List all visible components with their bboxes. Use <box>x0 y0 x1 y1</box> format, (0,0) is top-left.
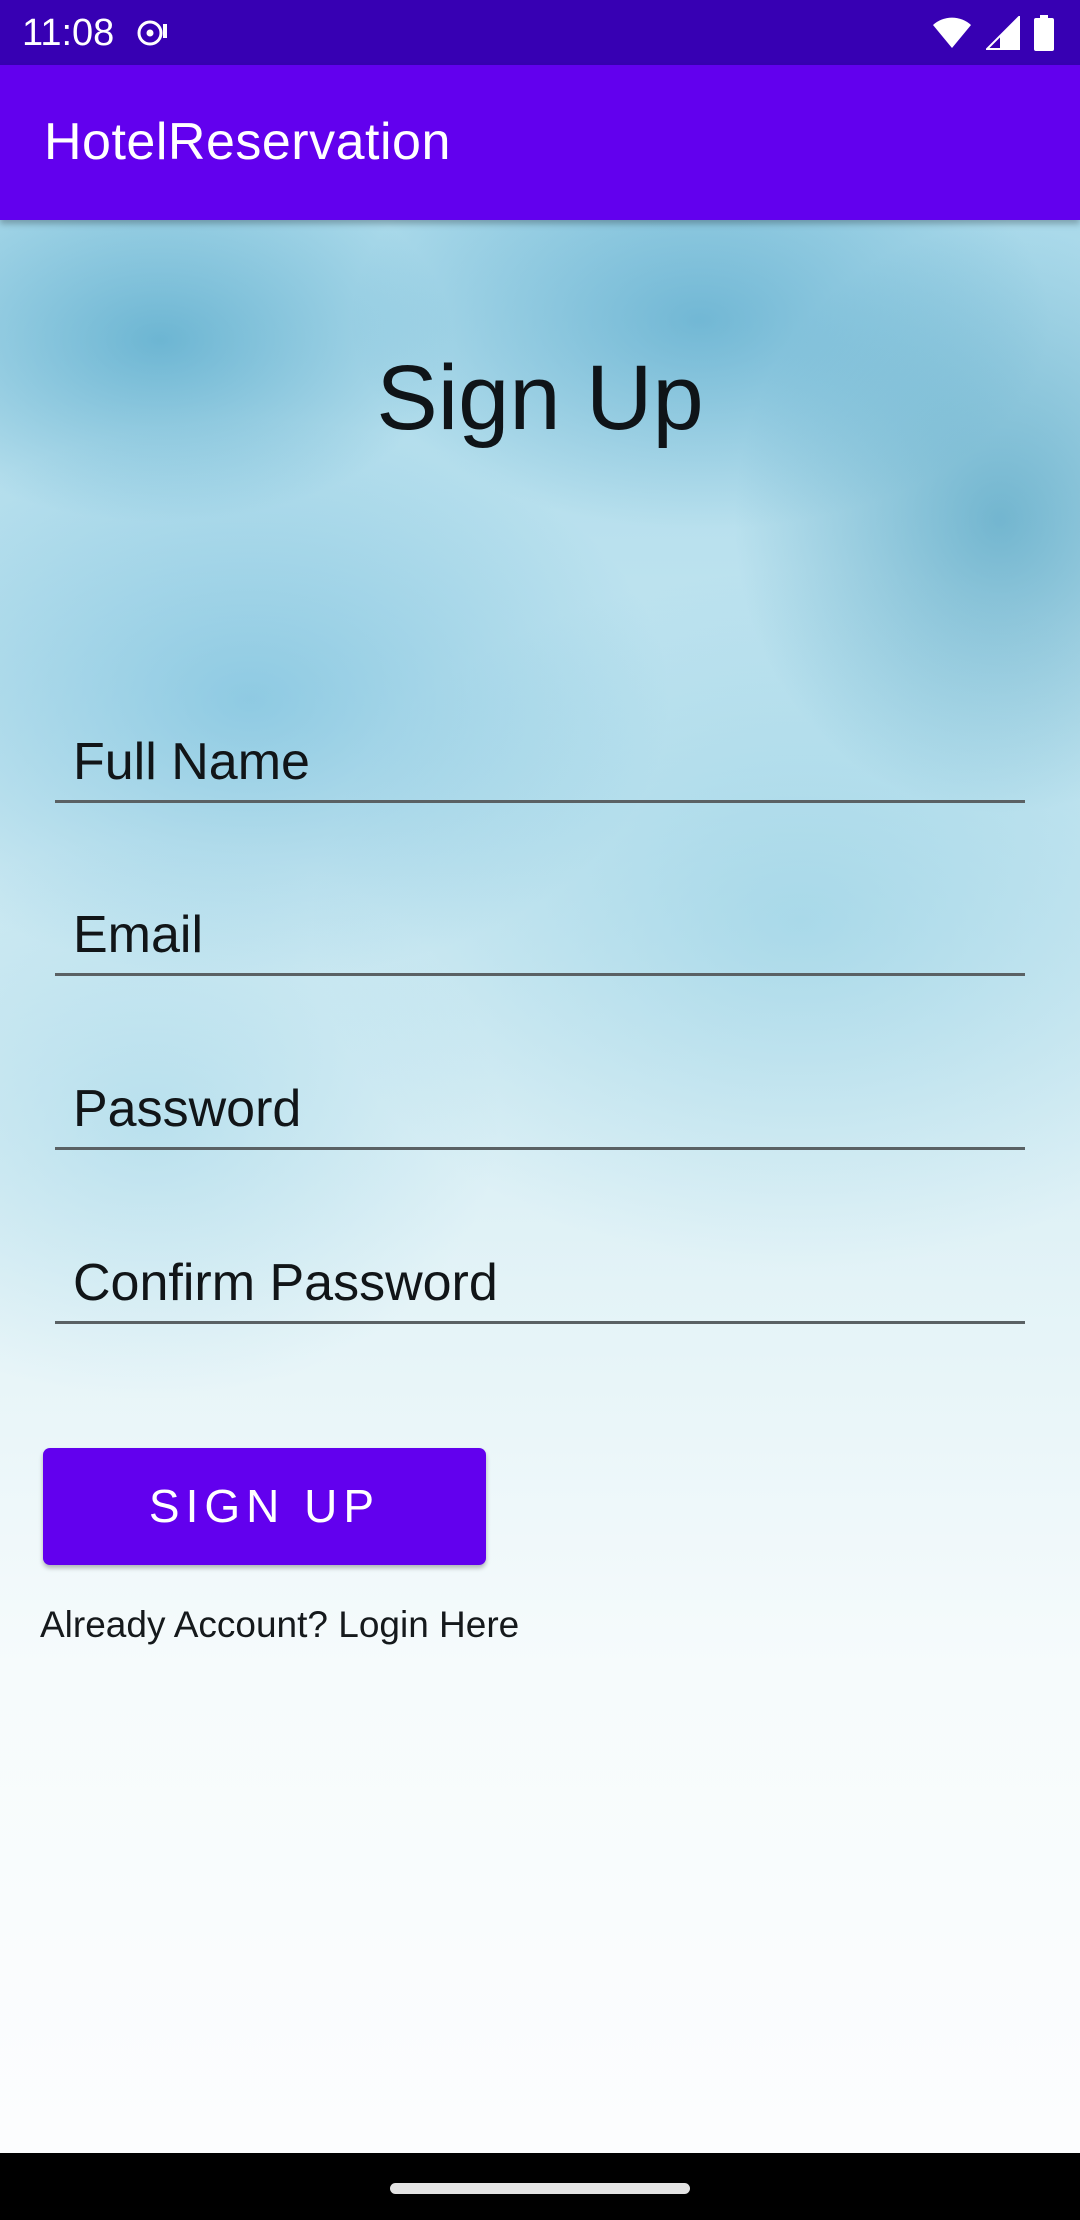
confirm-password-placeholder: Confirm Password <box>73 1254 498 1312</box>
signup-content: Sign Up Full Name Email Password Confirm… <box>0 220 1080 2153</box>
status-time: 11:08 <box>22 12 115 54</box>
email-field[interactable]: Email <box>55 893 1025 976</box>
password-field[interactable]: Password <box>55 1067 1025 1150</box>
page-title: Sign Up <box>376 347 704 449</box>
status-icons <box>932 14 1054 52</box>
home-indicator[interactable] <box>390 2183 690 2194</box>
signup-button[interactable]: SIGN UP <box>43 1448 486 1565</box>
battery-icon <box>1034 15 1054 51</box>
signal-icon <box>986 16 1020 50</box>
navigation-bar <box>0 2153 1080 2220</box>
app-bar: HotelReservation <box>0 65 1080 220</box>
login-link[interactable]: Already Account? Login Here <box>40 1602 519 1648</box>
confirm-password-field[interactable]: Confirm Password <box>55 1241 1025 1324</box>
status-bar: 11:08 <box>0 0 1080 65</box>
wifi-icon <box>933 17 971 48</box>
full-name-placeholder: Full Name <box>73 733 310 791</box>
full-name-field[interactable]: Full Name <box>55 720 1025 803</box>
email-placeholder: Email <box>73 906 204 964</box>
app-title: HotelReservation <box>44 113 451 171</box>
password-placeholder: Password <box>73 1080 302 1138</box>
media-icon <box>137 20 167 46</box>
signup-screen: 11:08 HotelReservation Sign Up Full Name… <box>0 0 1080 2220</box>
